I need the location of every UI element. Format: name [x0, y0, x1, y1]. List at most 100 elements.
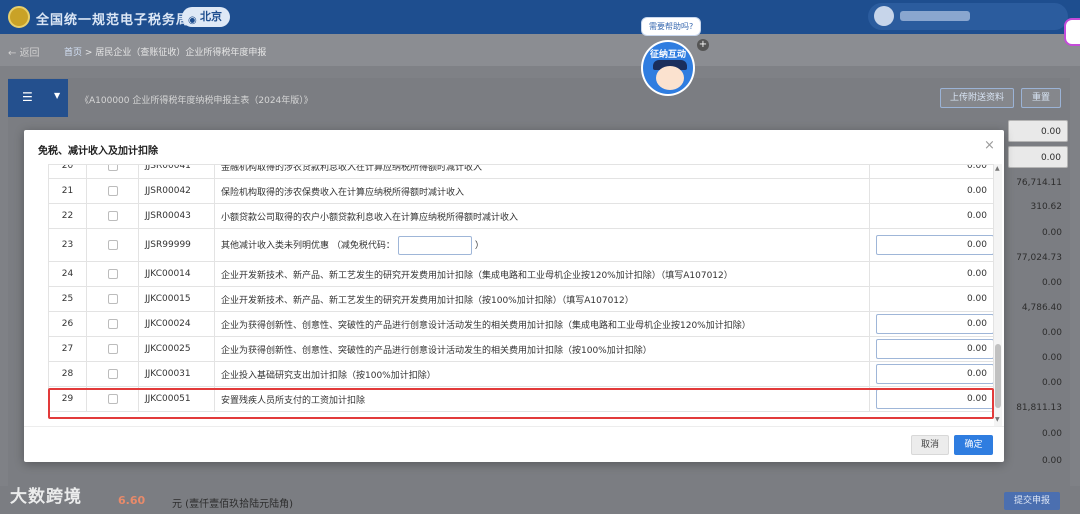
table-row: 25 JJKC00015 企业开发新技术、新产品、新工艺发生的研究开发费用加计扣…: [48, 286, 994, 312]
row-checkbox[interactable]: [107, 185, 118, 196]
user-menu[interactable]: [868, 3, 1068, 30]
row-code: JJKC00015: [138, 286, 215, 312]
bg-amount-field[interactable]: 0.00: [1008, 146, 1068, 168]
bg-amount-value: 0.00: [1041, 353, 1062, 363]
modal-title: 免税、减计收入及加计扣除: [38, 146, 158, 157]
submit-declaration-button[interactable]: 提交申报: [1004, 492, 1060, 510]
form-menu-button[interactable]: ☰ ▼: [8, 79, 68, 117]
row-number: 20: [48, 165, 87, 179]
bg-amount-value: 81,811.13: [1016, 403, 1062, 413]
row-checkbox[interactable]: [107, 165, 118, 171]
row-checkbox[interactable]: [107, 318, 118, 329]
row-checkbox[interactable]: [107, 368, 118, 379]
bg-amount-value: 0.00: [1041, 328, 1062, 338]
support-mascot[interactable]: 征纳互动: [641, 40, 695, 96]
region-label: 北京: [200, 10, 222, 23]
row-number: 22: [48, 203, 87, 229]
scrollbar-thumb[interactable]: [995, 344, 1001, 408]
breadcrumb: 首页 > 居民企业（查账征收）企业所得税年度申报: [64, 45, 266, 58]
table-row: 21 JJSR00042 保险机构取得的涉农保费收入在计算应纳税所得额时减计收入…: [48, 178, 994, 204]
row-number: 26: [48, 311, 87, 337]
row-checkbox[interactable]: [107, 239, 118, 250]
amount-input[interactable]: 0.00: [876, 339, 993, 359]
row-checkbox[interactable]: [107, 268, 118, 279]
row-amount: 0.00: [869, 165, 994, 179]
help-bubble[interactable]: 需要帮助吗?: [641, 17, 702, 36]
row-description: 安置残疾人员所支付的工资加计扣除: [214, 386, 870, 412]
row-description: 企业开发新技术、新产品、新工艺发生的研究开发费用加计扣除（集成电路和工业母机企业…: [214, 261, 870, 287]
table-row: 22 JJSR00043 小额贷款公司取得的农户小额贷款利息收入在计算应纳税所得…: [48, 203, 994, 229]
row-number: 24: [48, 261, 87, 287]
mascot-expand-icon[interactable]: +: [697, 39, 709, 51]
row-number: 29: [48, 386, 87, 412]
row-amount: 0.00: [869, 261, 994, 287]
amount-input[interactable]: 0.00: [876, 314, 993, 334]
back-link[interactable]: ← 返回: [8, 44, 40, 59]
tax-emblem-icon: [8, 6, 30, 28]
table-row: 26 JJKC00024 企业为获得创新性、创意性、突破性的产品进行创意设计活动…: [48, 311, 994, 337]
amount-input[interactable]: 0.00: [876, 389, 993, 409]
watermark-logo: 大数跨境: [10, 487, 82, 507]
mascot-label: 征纳互动: [650, 50, 687, 60]
row-code: JJKC00024: [138, 311, 215, 337]
row-amount: 0.00: [869, 203, 994, 229]
tax-payable-amount-words: 元 (壹仟壹佰玖拾陆元陆角): [172, 499, 293, 510]
cancel-button[interactable]: 取消: [911, 435, 949, 455]
row-checkbox[interactable]: [107, 393, 118, 404]
divider: [24, 426, 1004, 427]
bg-amount-value: 77,024.73: [1016, 253, 1062, 263]
top-bar: 全国统一规范电子税务局 ◉ 北京: [0, 0, 1080, 34]
reset-button[interactable]: 重置: [1021, 88, 1061, 108]
table-row: 23 JJSR99999 其他减计收入类未列明优惠 （减免税代码： ） 0.00: [48, 228, 994, 262]
row-checkbox[interactable]: [107, 210, 118, 221]
breadcrumb-current: 居民企业（查账征收）企业所得税年度申报: [95, 48, 267, 58]
scroll-down-icon[interactable]: ▼: [995, 416, 1000, 423]
scrollbar[interactable]: ▲ ▼: [994, 164, 1002, 426]
back-label: 返回: [19, 48, 40, 59]
form-title: 《A100000 企业所得税年度纳税申报主表（2024年版）》: [80, 96, 313, 106]
confirm-button[interactable]: 确定: [954, 435, 993, 455]
chevron-down-icon: ▼: [54, 91, 61, 100]
breadcrumb-separator: >: [84, 48, 93, 58]
row-number: 28: [48, 361, 87, 387]
side-assistant-widget[interactable]: [1064, 18, 1080, 46]
bg-amount-value: 0.00: [1041, 429, 1062, 439]
row-code: JJSR00042: [138, 178, 215, 204]
scroll-up-icon[interactable]: ▲: [995, 165, 1000, 172]
region-selector[interactable]: ◉ 北京: [182, 7, 230, 27]
row-description-suffix: ）: [474, 240, 484, 251]
table-row-highlighted: 29 JJKC00051 安置残疾人员所支付的工资加计扣除 0.00: [48, 386, 994, 412]
app-title: 全国统一规范电子税务局: [36, 13, 191, 28]
bg-amount-value: 0.00: [1041, 228, 1062, 238]
row-number: 21: [48, 178, 87, 204]
upload-attachments-button[interactable]: 上传附送资料: [940, 88, 1014, 108]
tax-payable-amount: 6.60: [118, 494, 146, 507]
bg-amount-value: 0.00: [1041, 456, 1062, 466]
row-number: 25: [48, 286, 87, 312]
bg-amount-value: 4,786.40: [1021, 303, 1062, 313]
amount-input[interactable]: 0.00: [876, 364, 993, 384]
table-row: 20 JJSR00041 金融机构取得的涉农贷款利息收入在计算应纳税所得额时减计…: [48, 165, 994, 179]
bottom-bar: 6.60 元 (壹仟壹佰玖拾陆元陆角) 提交申报: [0, 486, 1080, 514]
amount-input[interactable]: 0.00: [876, 235, 993, 255]
row-description: 企业开发新技术、新产品、新工艺发生的研究开发费用加计扣除（按100%加计扣除）（…: [214, 286, 870, 312]
bg-amount-value: 0.00: [1041, 378, 1062, 388]
row-code: JJKC00031: [138, 361, 215, 387]
close-icon[interactable]: ×: [984, 138, 995, 153]
breadcrumb-bar: ← 返回 首页 > 居民企业（查账征收）企业所得税年度申报: [0, 34, 1080, 66]
bg-amount-field[interactable]: 0.00: [1008, 120, 1068, 142]
row-code: JJKC00025: [138, 336, 215, 362]
exemption-code-input[interactable]: [397, 235, 472, 255]
bg-amount-value: 310.62: [1030, 202, 1063, 212]
bg-amount-value: 76,714.11: [1016, 178, 1062, 188]
row-number: 27: [48, 336, 87, 362]
row-checkbox[interactable]: [107, 343, 118, 354]
breadcrumb-home[interactable]: 首页: [64, 48, 82, 58]
row-description: 企业为获得创新性、创意性、突破性的产品进行创意设计活动发生的相关费用加计扣除（集…: [214, 311, 870, 337]
row-amount: 0.00: [869, 286, 994, 312]
deduction-table: 20 JJSR00041 金融机构取得的涉农贷款利息收入在计算应纳税所得额时减计…: [48, 164, 994, 426]
row-description: 金融机构取得的涉农贷款利息收入在计算应纳税所得额时减计收入: [214, 165, 870, 179]
row-checkbox[interactable]: [107, 293, 118, 304]
row-description: 保险机构取得的涉农保费收入在计算应纳税所得额时减计收入: [214, 178, 870, 204]
avatar: [874, 6, 894, 26]
